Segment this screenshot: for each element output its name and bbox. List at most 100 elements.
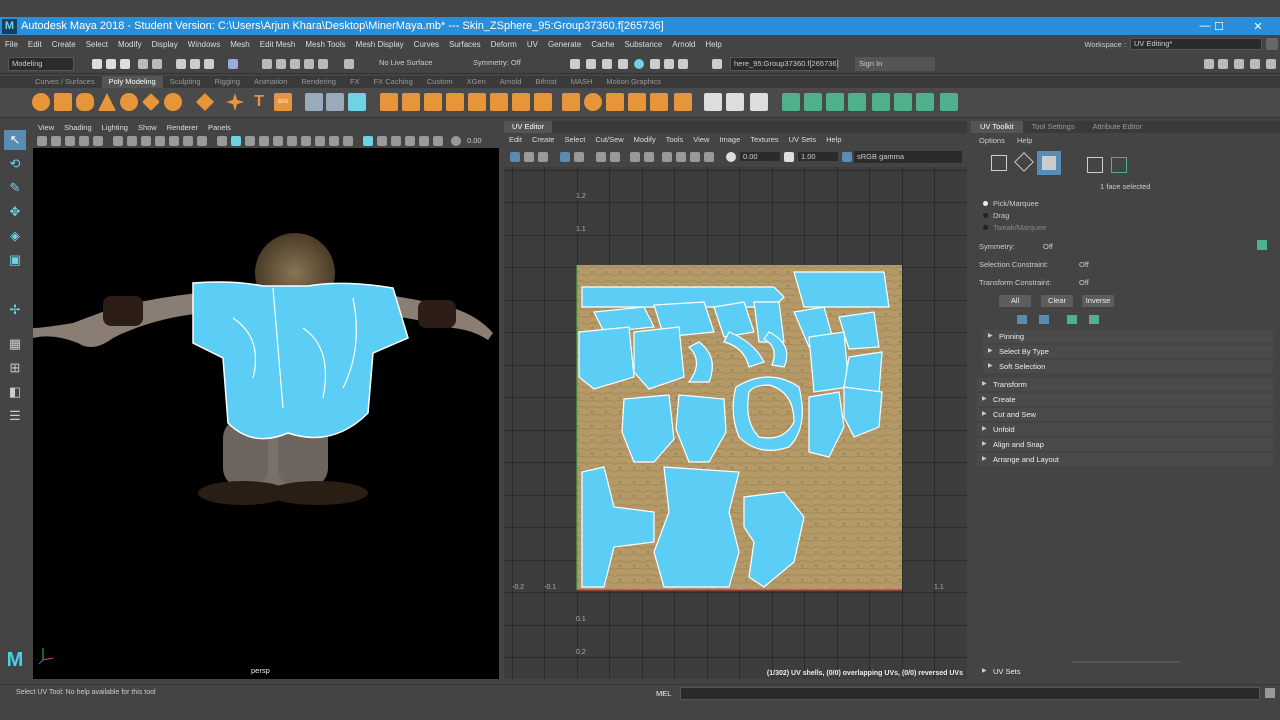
use-lights-icon[interactable] (273, 136, 283, 146)
menu-display[interactable]: Display (147, 40, 183, 49)
mel-label[interactable]: MEL (656, 689, 671, 698)
scale-tool-icon[interactable]: ▣ (4, 250, 26, 270)
symmetry-value[interactable]: Off (1043, 242, 1053, 251)
script-editor-icon[interactable] (1265, 688, 1275, 698)
exposure-dial-icon[interactable] (451, 136, 461, 146)
single-perspective-layout-icon[interactable]: ▦ (4, 334, 26, 354)
tab-tool-settings[interactable]: Tool Settings (1023, 121, 1084, 133)
tab-rendering[interactable]: Rendering (294, 76, 343, 88)
section-select-by-type[interactable]: ▶ Select By Type (983, 345, 1273, 358)
section-cut-and-sew[interactable]: ▶ Cut and Sew (977, 408, 1273, 421)
planar-uv-icon[interactable] (782, 93, 800, 111)
append-polygon-icon[interactable] (490, 93, 508, 111)
menu-mesh[interactable]: Mesh (225, 40, 255, 49)
vp-menu-panels[interactable]: Panels (203, 121, 236, 134)
spherical-uv-icon[interactable] (826, 93, 844, 111)
exposure-icon[interactable] (433, 136, 443, 146)
section-create[interactable]: ▶ Create (977, 393, 1273, 406)
menu-uv[interactable]: UV (522, 40, 543, 49)
selection-constraint-value[interactable]: Off (1079, 260, 1089, 269)
uv-snapshot-icon[interactable] (596, 152, 606, 162)
tab-uv-toolkit[interactable]: UV Toolkit (971, 121, 1023, 133)
tab-motion-graphics[interactable]: Motion Graphics (599, 76, 668, 88)
uv-menu-tools[interactable]: Tools (661, 133, 689, 146)
vp-menu-renderer[interactable]: Renderer (162, 121, 203, 134)
exposure-field[interactable]: 0.00 (467, 136, 482, 145)
gate-mask-icon[interactable] (155, 136, 165, 146)
uv-editor-title[interactable]: UV Editor (504, 121, 553, 133)
four-view-layout-icon[interactable]: ⊞ (4, 358, 26, 378)
poly-cylinder-icon[interactable] (76, 93, 94, 111)
uv-menu-cut-sew[interactable]: Cut/Sew (590, 133, 628, 146)
cylindrical-uv-icon[interactable] (804, 93, 822, 111)
poly-torus-icon[interactable] (120, 93, 138, 111)
attribute-editor-icon[interactable] (1218, 59, 1228, 69)
live-surface-field[interactable]: No Live Surface (376, 57, 456, 71)
snap-view-icon[interactable] (304, 59, 314, 69)
safe-action-icon[interactable] (183, 136, 193, 146)
grid-toggle-icon[interactable] (113, 136, 123, 146)
bookmarks-icon[interactable] (51, 136, 61, 146)
menu-cache[interactable]: Cache (586, 40, 619, 49)
hypershade-icon[interactable] (634, 59, 644, 69)
xray-joints-icon[interactable] (405, 136, 415, 146)
uv-shaded-icon[interactable] (538, 152, 548, 162)
arnold-render-icon[interactable] (664, 59, 674, 69)
new-scene-icon[interactable] (92, 59, 102, 69)
shrink-selection-icon[interactable] (1039, 315, 1049, 324)
depth-of-field-icon[interactable] (343, 136, 353, 146)
uv-filter-icon[interactable] (630, 152, 640, 162)
uv-image-icon[interactable] (524, 152, 534, 162)
uv-menu-textures[interactable]: Textures (745, 133, 783, 146)
maximize-button[interactable]: ☐ (1204, 17, 1234, 35)
target-weld-icon[interactable] (534, 93, 552, 111)
tab-xgen[interactable]: XGen (460, 76, 493, 88)
connect-icon[interactable] (650, 93, 668, 111)
film-gate-icon[interactable] (127, 136, 137, 146)
uv-canvas[interactable]: 1.2 1.1 0.1 0.2 -0.2 -0.1 1.1 (1/302) UV… (504, 167, 967, 679)
anti-aliasing-icon[interactable] (329, 136, 339, 146)
paint-select-icon[interactable]: ✎ (4, 178, 26, 198)
perspective-viewport[interactable]: persp (33, 148, 499, 679)
undo-icon[interactable] (138, 59, 148, 69)
bevel-icon[interactable] (424, 93, 442, 111)
selection-mask-icon[interactable] (228, 59, 238, 69)
tab-attribute-editor[interactable]: Attribute Editor (1084, 121, 1152, 133)
menu-windows[interactable]: Windows (183, 40, 225, 49)
poly-sphere-icon[interactable] (32, 93, 50, 111)
move-tool-icon[interactable]: ✥ (4, 202, 26, 222)
uv-colorspace-icon[interactable] (842, 152, 852, 162)
menu-generate[interactable]: Generate (543, 40, 586, 49)
vp-menu-show[interactable]: Show (133, 121, 162, 134)
wireframe-icon[interactable] (217, 136, 227, 146)
tool-settings-icon[interactable] (1234, 59, 1244, 69)
menu-curves[interactable]: Curves (409, 40, 444, 49)
tab-poly-modeling[interactable]: Poly Modeling (101, 76, 163, 88)
uv-checker-icon[interactable] (560, 152, 570, 162)
wireframe-on-shaded-icon[interactable] (245, 136, 255, 146)
menu-file[interactable]: File (0, 40, 23, 49)
uv-exposure-icon[interactable] (726, 152, 736, 162)
camera-uv-icon[interactable] (872, 93, 890, 111)
snap-vertex-icon[interactable] (344, 59, 354, 69)
quick-select-field[interactable]: here_95:Group37360.f[265736] (730, 57, 839, 71)
combine-icon[interactable] (305, 93, 323, 111)
tab-curves-surfaces[interactable]: Curves / Surfaces (28, 76, 102, 88)
select-tool-icon[interactable]: ↖ (4, 130, 26, 150)
uv-edge-mode-icon[interactable] (1014, 152, 1034, 172)
section-uv-sets[interactable]: ▶ UV Sets (977, 665, 1273, 678)
uv-shell-mode-icon[interactable] (1087, 157, 1103, 173)
save-scene-icon[interactable] (120, 59, 130, 69)
workspace-lock-icon[interactable] (1266, 38, 1278, 50)
xray-icon[interactable] (377, 136, 387, 146)
field-chart-icon[interactable] (169, 136, 179, 146)
uv-menu-modify[interactable]: Modify (629, 133, 661, 146)
clear-button[interactable]: Clear (1041, 295, 1073, 307)
inverse-button[interactable]: Inverse (1082, 295, 1114, 307)
menu-arnold[interactable]: Arnold (667, 40, 700, 49)
uv-grid-icon[interactable] (510, 152, 520, 162)
tab-custom[interactable]: Custom (420, 76, 460, 88)
render-view-icon[interactable] (650, 59, 660, 69)
section-align-and-snap[interactable]: ▶ Align and Snap (977, 438, 1273, 451)
menu-deform[interactable]: Deform (486, 40, 522, 49)
